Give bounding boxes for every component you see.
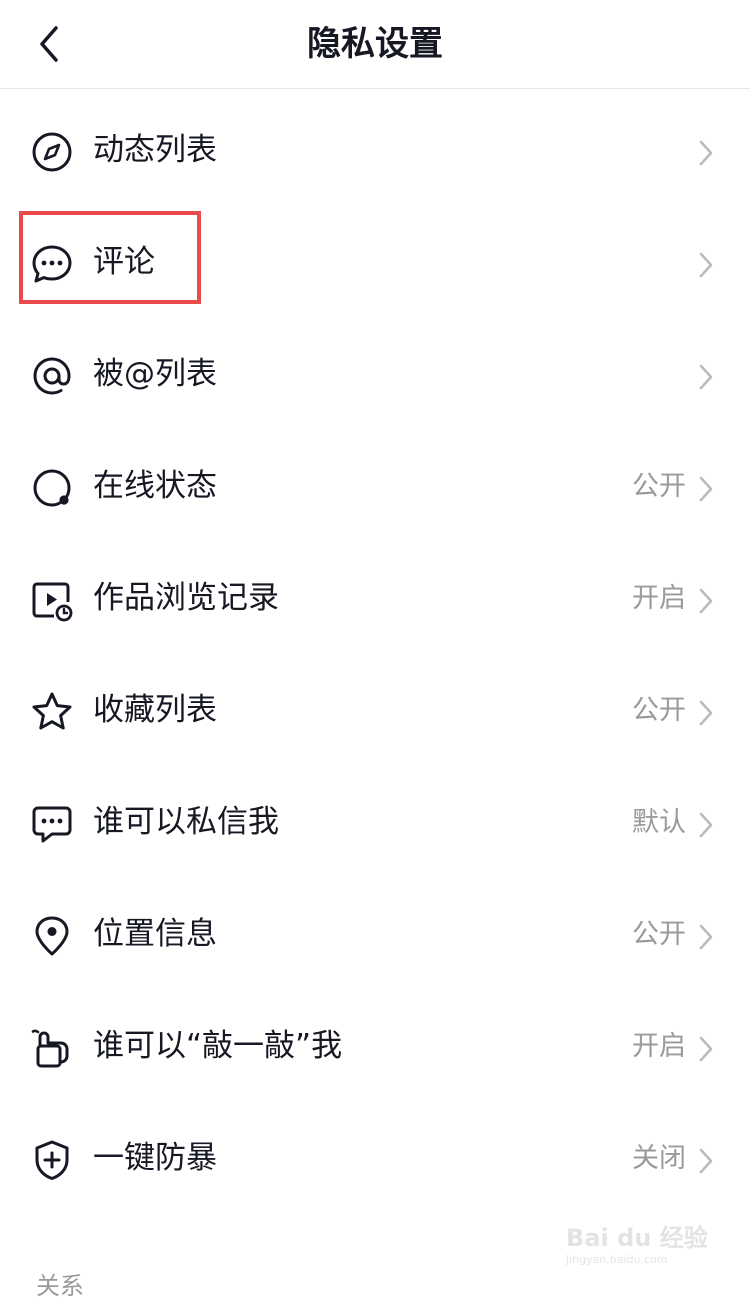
message-icon [32, 806, 72, 843]
header-bar: 隐私设置 [0, 0, 750, 89]
chevron-right-icon [699, 812, 713, 838]
row-label: 作品浏览记录 [93, 580, 279, 616]
highlight-box [19, 211, 201, 304]
row-view-history[interactable]: 作品浏览记录 开启 [0, 542, 750, 654]
row-who-can-knock[interactable]: 谁可以“敲一敲”我 开启 [0, 990, 750, 1102]
row-label: 谁可以“敲一敲”我 [93, 1028, 343, 1064]
video-history-icon [32, 582, 73, 622]
row-anti-harassment[interactable]: 一键防暴 关闭 [0, 1102, 750, 1214]
row-label: 在线状态 [93, 468, 217, 504]
row-value: 公开 [632, 471, 686, 502]
row-mentions-list[interactable]: 被@列表 [0, 318, 750, 430]
chevron-right-icon [699, 252, 713, 278]
shield-plus-icon [35, 1140, 69, 1180]
watermark-url: jingyan.baidu.com [566, 1253, 668, 1266]
online-status-icon [33, 469, 71, 507]
row-value: 开启 [632, 1031, 686, 1062]
row-value: 开启 [632, 583, 686, 614]
row-label: 一键防暴 [93, 1140, 217, 1176]
compass-icon [32, 132, 72, 172]
section-header-relations: 关系 [36, 1272, 84, 1300]
chevron-right-icon [699, 1148, 713, 1174]
row-who-can-message[interactable]: 谁可以私信我 默认 [0, 766, 750, 878]
row-label: 被@列表 [93, 356, 217, 392]
watermark-brand: Bai du 经验 [566, 1224, 708, 1252]
row-moments-list[interactable]: 动态列表 [0, 94, 750, 206]
knock-hand-icon [31, 1029, 69, 1068]
chevron-right-icon [699, 364, 713, 390]
row-value: 公开 [632, 919, 686, 950]
location-pin-icon [35, 916, 69, 956]
row-label: 谁可以私信我 [93, 804, 279, 840]
page-title: 隐私设置 [307, 24, 443, 64]
row-favorites-list[interactable]: 收藏列表 公开 [0, 654, 750, 766]
row-value: 公开 [632, 695, 686, 726]
chevron-right-icon [699, 476, 713, 502]
row-value: 默认 [632, 807, 686, 838]
row-value: 关闭 [632, 1143, 686, 1174]
star-icon [32, 692, 72, 730]
row-label: 动态列表 [93, 132, 217, 168]
row-label: 位置信息 [93, 916, 217, 952]
watermark: Bai du 经验 jingyan.baidu.com [566, 1218, 708, 1266]
chevron-right-icon [699, 700, 713, 726]
chevron-right-icon [699, 588, 713, 614]
chevron-right-icon [699, 1036, 713, 1062]
chevron-right-icon [699, 924, 713, 950]
row-label: 收藏列表 [93, 692, 217, 728]
chevron-right-icon [699, 140, 713, 166]
row-online-status[interactable]: 在线状态 公开 [0, 430, 750, 542]
at-sign-icon [33, 357, 71, 395]
row-location[interactable]: 位置信息 公开 [0, 878, 750, 990]
